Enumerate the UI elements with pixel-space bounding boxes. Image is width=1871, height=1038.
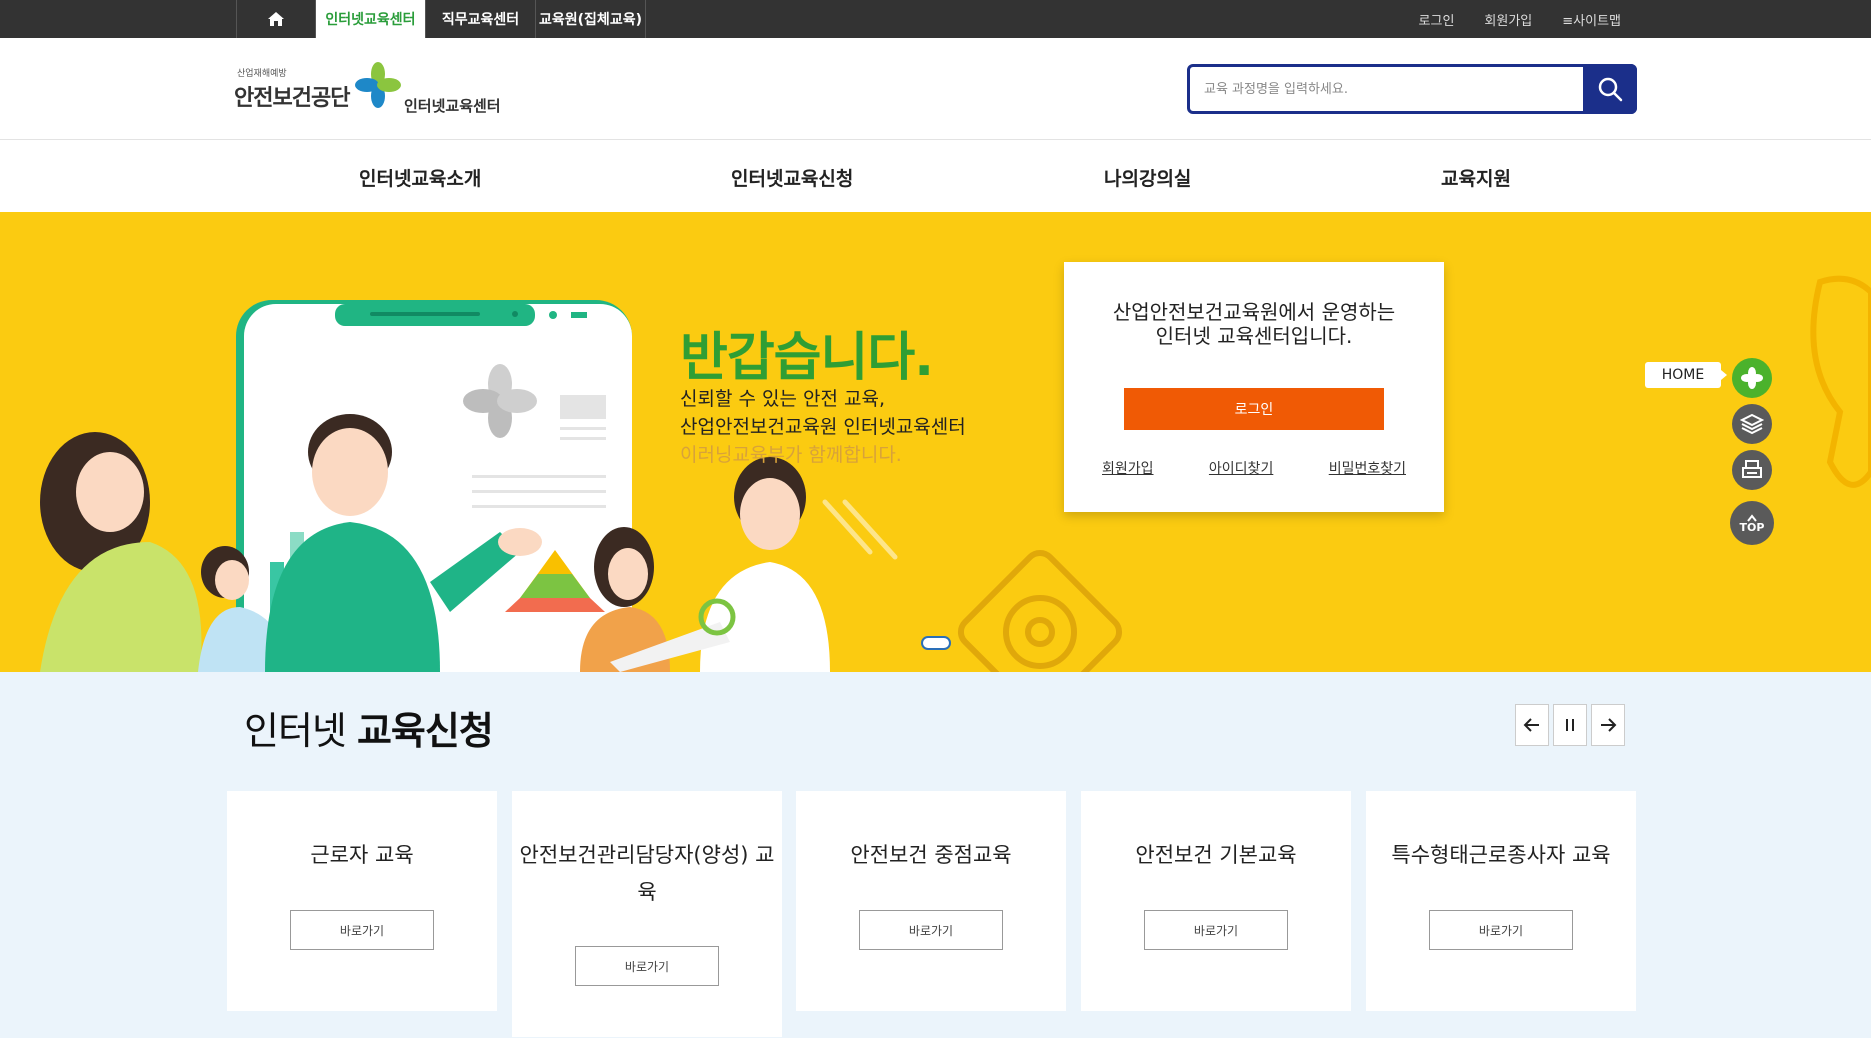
course-search [1187, 64, 1637, 114]
scroll-top-button[interactable]: TOP [1730, 501, 1774, 545]
login-box-links: 회원가입 아이디찾기 비밀번호찾기 [1102, 458, 1406, 478]
logo-tagline: 산업재해예방 [237, 69, 287, 79]
slider-pause-button[interactable] [1553, 704, 1587, 746]
internet-application-section: 인터넷 교육신청 근로자 교육 바로가기 안전보건관리담당자(양성) 교육 바로… [0, 672, 1871, 1038]
tab-job-center[interactable]: 직무교육센터 [426, 0, 536, 38]
site-logo[interactable]: 산업재해예방 안전보건공단 인터넷교육센터 [233, 58, 513, 128]
hero-greeting: 반갑습니다. [680, 328, 934, 388]
top-signup-link[interactable]: 회원가입 [1484, 10, 1532, 29]
top-login-link[interactable]: 로그인 [1419, 10, 1455, 29]
tab-training-institute[interactable]: 교육원(집체교육) [536, 0, 646, 38]
logo-org-name: 안전보건공단 [234, 86, 350, 111]
course-card-title: 안전보건 기본교육 [1135, 843, 1297, 867]
nav-intro[interactable]: 인터넷교육소개 [359, 164, 481, 191]
hero-line-1: 신뢰할 수 있는 안전 교육, [680, 388, 885, 410]
login-box: 산업안전보건교육원에서 운영하는 인터넷 교육센터입니다. 로그인 회원가입 아… [1064, 262, 1444, 512]
hero-line-2: 산업안전보건교육원 인터넷교육센터 [680, 416, 966, 438]
course-card-title: 특수형태근로종사자 교육 [1391, 843, 1611, 867]
print-icon [1742, 460, 1762, 478]
course-card-title: 안전보건관리담당자(양성) 교육 [519, 843, 775, 904]
course-card-worker[interactable]: 근로자 교육 바로가기 [227, 791, 497, 1011]
layers-icon [1740, 413, 1764, 435]
plus-logo-icon [1741, 367, 1763, 389]
login-box-intro-2: 인터넷 교육센터입니다. [1155, 324, 1353, 348]
top-utility-bar: 인터넷교육센터 직무교육센터 교육원(집체교육) 로그인 회원가입 ≡사이트맵 [0, 0, 1871, 38]
search-button[interactable] [1583, 64, 1637, 114]
search-input[interactable] [1204, 77, 1564, 101]
site-tabs: 인터넷교육센터 직무교육센터 교육원(집체교육) [236, 0, 646, 38]
nav-apply[interactable]: 인터넷교육신청 [731, 164, 853, 191]
section-title: 인터넷 교육신청 [244, 700, 494, 755]
home-tab[interactable] [236, 0, 316, 38]
header: 산업재해예방 안전보건공단 인터넷교육센터 [0, 38, 1871, 140]
arrow-left-icon [1523, 718, 1539, 732]
quick-home-label[interactable]: HOME [1645, 362, 1727, 388]
slider-next-button[interactable] [1591, 704, 1625, 746]
hero-line-3: 이러닝교육부가 함께합니다. [680, 444, 902, 466]
logo-cross-icon [355, 62, 401, 108]
course-card-special[interactable]: 특수형태근로종사자 교육 바로가기 [1366, 791, 1636, 1011]
main-navigation: 인터넷교육소개 인터넷교육신청 나의강의실 교육지원 [0, 140, 1871, 212]
find-password-link[interactable]: 비밀번호찾기 [1329, 458, 1406, 478]
signup-link[interactable]: 회원가입 [1102, 458, 1154, 478]
course-card-basic[interactable]: 안전보건 기본교육 바로가기 [1081, 791, 1351, 1011]
pause-icon [1566, 719, 1574, 731]
course-card-focus[interactable]: 안전보건 중점교육 바로가기 [796, 791, 1066, 1011]
tab-internet-center[interactable]: 인터넷교육센터 [316, 0, 426, 38]
quick-home-button[interactable] [1732, 358, 1772, 398]
hero-banner: 반갑습니다. 신뢰할 수 있는 안전 교육, 산업안전보건교육원 인터넷교육센터… [0, 212, 1871, 672]
nav-my-classroom[interactable]: 나의강의실 [1104, 164, 1191, 191]
arrow-right-icon [1601, 718, 1617, 732]
search-icon [1598, 77, 1623, 102]
course-card-go-button[interactable]: 바로가기 [859, 910, 1003, 950]
nav-support[interactable]: 교육지원 [1441, 164, 1511, 191]
course-card-go-button[interactable]: 바로가기 [1144, 910, 1288, 950]
hero-illustration [40, 275, 1871, 672]
section-title-bold: 교육신청 [356, 709, 494, 753]
quick-layers-button[interactable] [1732, 404, 1772, 444]
sitemap-link[interactable]: ≡사이트맵 [1562, 10, 1621, 29]
course-card-go-button[interactable]: 바로가기 [575, 946, 719, 986]
quick-print-button[interactable] [1732, 450, 1772, 490]
login-button[interactable]: 로그인 [1124, 388, 1384, 430]
slider-prev-button[interactable] [1515, 704, 1549, 746]
section-title-light: 인터넷 [244, 709, 357, 753]
course-card-go-button[interactable]: 바로가기 [1429, 910, 1573, 950]
home-icon [268, 12, 284, 26]
utility-links: 로그인 회원가입 ≡사이트맵 [1419, 0, 1621, 38]
find-id-link[interactable]: 아이디찾기 [1209, 458, 1273, 478]
logo-subtitle: 인터넷교육센터 [404, 97, 501, 115]
course-card-title: 근로자 교육 [310, 843, 414, 867]
course-card-title: 안전보건 중점교육 [850, 843, 1012, 867]
course-card-manager[interactable]: 안전보건관리담당자(양성) 교육 바로가기 [512, 791, 782, 1037]
quick-menu: HOME TOP [1645, 358, 1775, 558]
top-label: TOP [1739, 520, 1765, 534]
course-card-go-button[interactable]: 바로가기 [290, 910, 434, 950]
